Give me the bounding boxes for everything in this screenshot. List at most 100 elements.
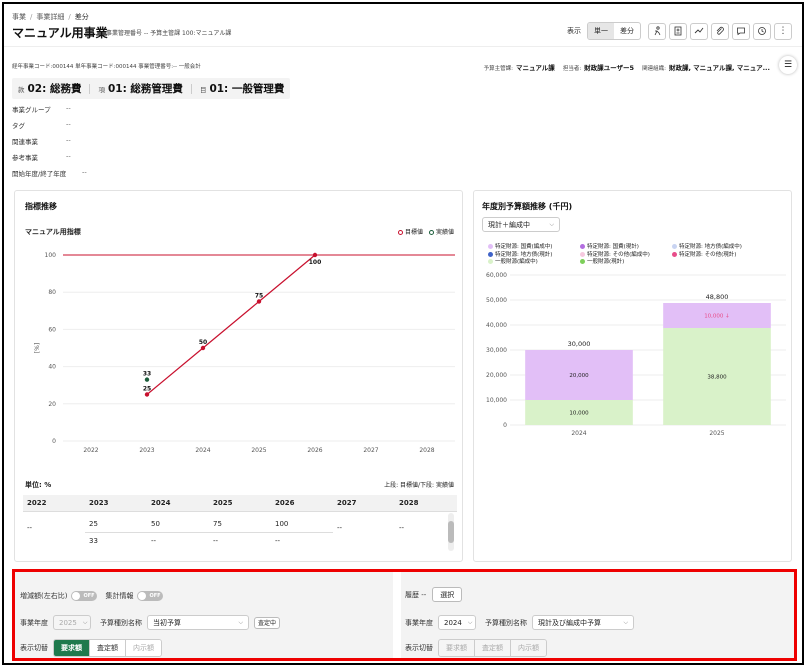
- y-tick-label: 80: [48, 289, 56, 296]
- actual-point: [144, 377, 150, 382]
- breadcrumb-current: 差分: [74, 13, 89, 21]
- table-cell: 75: [209, 511, 271, 533]
- tab-request-amount[interactable]: 要求額: [54, 640, 90, 656]
- info-row: 関連事業 --: [12, 136, 71, 146]
- account-moku-label: 目: [199, 85, 207, 94]
- table-header: 2024: [147, 495, 209, 512]
- right-year-value: 2024: [444, 618, 462, 627]
- right-year-select[interactable]: 2024 ⌵: [438, 615, 476, 630]
- budget-view-select[interactable]: 現計＋編成中 ⌵: [482, 217, 560, 232]
- table-row-target: -- 25 50 75 100 -- --: [23, 511, 457, 533]
- right-select-row: 事業年度 2024 ⌵ 予算種別名称 現計及び編成中予算 ⌵: [405, 615, 634, 630]
- agg-label: 集計情報: [105, 592, 134, 600]
- info-row: 開始年度/終了年度 --: [12, 168, 87, 178]
- history-icon[interactable]: [753, 22, 771, 40]
- tab-assessed-amount[interactable]: 査定額: [475, 640, 511, 656]
- table-scrollbar[interactable]: [448, 513, 454, 551]
- legend-swatch: [488, 251, 493, 257]
- display-label: 表示: [567, 27, 581, 35]
- left-type-select[interactable]: 当初予算 ⌵: [147, 615, 249, 630]
- calculator-icon[interactable]: [669, 22, 687, 40]
- single-mode-button[interactable]: 単一: [588, 23, 614, 39]
- tab-notified-amount[interactable]: 内示額: [511, 640, 546, 656]
- left-switch-label: 表示切替: [20, 644, 48, 652]
- select-history-button[interactable]: 選択: [432, 587, 463, 602]
- budget-card: 年度別予算額推移 (千円) 現計＋編成中 ⌵ 特定財源: 国費(編成中) 特定財源:…: [473, 190, 792, 562]
- y-axis-label: [%]: [34, 343, 41, 353]
- target-point: [144, 392, 150, 397]
- info-row: 事業グループ --: [12, 104, 71, 114]
- trend-icon[interactable]: [690, 22, 708, 40]
- org-value: 財政課, マニュアル課, マニュア...: [668, 64, 770, 72]
- table-header: 2026: [271, 495, 333, 512]
- page-meta: 事業管理番号 -- 予算主管課 100:マニュアル課: [106, 30, 232, 37]
- y-tick-label: 60,000: [486, 272, 507, 279]
- breadcrumb-item[interactable]: 事業詳細: [36, 13, 64, 21]
- table-cell: --: [213, 536, 219, 545]
- app-frame: 事業 / 事業詳細 / 差分 マニュアル用事業 事業管理番号 -- 予算主管課 100:…: [2, 2, 804, 665]
- chevron-down-icon: ⌵: [82, 618, 88, 626]
- breadcrumb-item[interactable]: 事業: [12, 13, 26, 21]
- y-tick-label: 100: [45, 252, 57, 259]
- tab-request-amount[interactable]: 要求額: [439, 640, 475, 656]
- left-amount-tabs: 要求額 査定額 内示額: [53, 639, 162, 657]
- diff-mode-button[interactable]: 差分: [614, 23, 640, 39]
- comment-icon[interactable]: [732, 22, 750, 40]
- chevron-down-icon: ⌵: [238, 618, 243, 626]
- table-cell: --: [27, 524, 33, 532]
- legend-swatch: [672, 244, 677, 249]
- table-cell: [333, 532, 395, 545]
- business-codes: 経年事業コード:000144 単年事業コード:000144 事業管理番号:-- …: [12, 64, 201, 70]
- more-vertical-icon[interactable]: ⋮: [774, 22, 792, 40]
- comparison-controls: 増減額(左右比) OFF 集計情報 OFF 事業年度 2025 ⌵ 予算種別名称 …: [12, 569, 797, 661]
- diff-toggle[interactable]: OFF: [71, 591, 98, 601]
- x-tick-label: 2026: [307, 447, 322, 454]
- person-run-icon[interactable]: [648, 22, 666, 40]
- legend-actual-label: 実績値: [435, 229, 454, 236]
- target-point: [312, 252, 318, 258]
- right-switch-row: 表示切替 要求額 査定額 内示額: [405, 639, 547, 657]
- history-label: 履歴 --: [405, 590, 427, 599]
- bar-total-label: 48,800: [706, 293, 729, 301]
- tab-notified-amount[interactable]: 内示額: [126, 640, 161, 656]
- legend-swatch: [580, 244, 585, 249]
- table-cell: 100: [271, 511, 333, 533]
- tab-assessed-amount[interactable]: 査定額: [90, 640, 126, 656]
- x-tick-label: 2025: [709, 430, 724, 437]
- target-series-line: [146, 254, 316, 395]
- right-amount-tabs: 要求額 査定額 内示額: [438, 639, 547, 657]
- left-type-value: 当初予算: [153, 618, 181, 627]
- right-type-label: 予算種別名称: [485, 618, 527, 627]
- table-cell: 33: [89, 536, 98, 545]
- left-year-label: 事業年度: [20, 618, 48, 627]
- side-menu-icon[interactable]: ☰: [779, 56, 797, 74]
- info-value: --: [66, 104, 71, 112]
- segment-data-label: 10,000: [569, 411, 589, 417]
- target-data-label: 100: [309, 259, 322, 266]
- header-divider: [4, 46, 802, 47]
- right-type-select[interactable]: 現計及び編成中予算 ⌵: [532, 615, 634, 630]
- y-tick-label: 30,000: [486, 347, 507, 354]
- legend-swatch: [672, 251, 677, 257]
- info-value: --: [66, 120, 71, 128]
- target-data-label: 75: [255, 293, 263, 300]
- agg-toggle[interactable]: OFF: [137, 591, 164, 601]
- info-value: --: [66, 152, 71, 160]
- chevron-down-icon: ⌵: [467, 618, 473, 626]
- left-year-select[interactable]: 2025 ⌵: [53, 615, 91, 630]
- dept-value: マニュアル課: [516, 64, 555, 72]
- legend-label: 特定財源: その他(現計): [679, 251, 737, 258]
- x-tick-label: 2024: [195, 447, 210, 454]
- diff-label: 増減額(左右比): [20, 592, 68, 600]
- paperclip-icon[interactable]: [711, 22, 729, 40]
- indicator-card-title: 指標推移: [25, 202, 57, 211]
- org-label: 関連組織:: [642, 66, 666, 72]
- info-label: 関連事業: [12, 138, 38, 146]
- table-header: 2027: [333, 495, 395, 512]
- diff-toggle-state: OFF: [83, 592, 95, 599]
- info-label: タグ: [12, 122, 25, 130]
- left-year-value: 2025: [59, 618, 77, 627]
- owner-value: 財政課ユーザー5: [584, 64, 635, 72]
- legend-target-label: 目標値: [405, 229, 424, 236]
- y-tick-label: 20,000: [486, 372, 507, 379]
